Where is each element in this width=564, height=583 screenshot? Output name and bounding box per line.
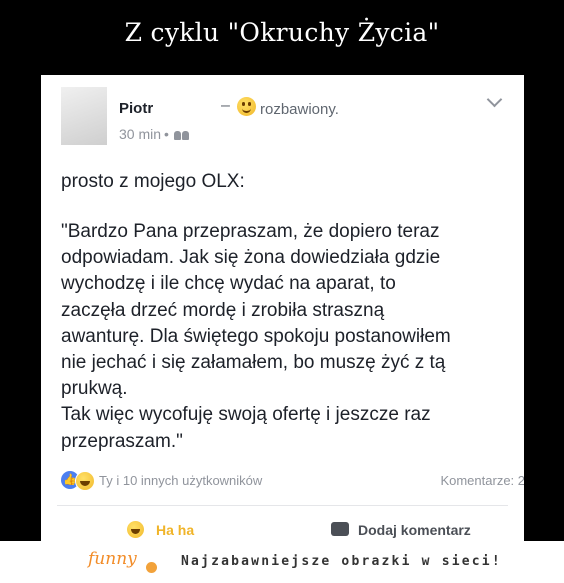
haha-reaction-icon <box>75 471 95 491</box>
author-name[interactable]: Piotr <box>119 100 153 117</box>
comments-count[interactable]: Komentarze: 2 <box>440 473 524 488</box>
facebook-post: Piotr – rozbawiony. 30 min • prosto z moj… <box>41 75 524 541</box>
meta-separator: • <box>164 126 169 142</box>
divider <box>57 505 508 506</box>
site-logo[interactable]: funny <box>88 549 137 569</box>
post-text: "Bardzo Pana przepraszam, że dopiero ter… <box>61 221 451 452</box>
feeling-dash: – <box>221 97 230 114</box>
haha-icon <box>127 521 144 538</box>
haha-label: Ha ha <box>156 522 195 538</box>
avatar[interactable] <box>61 87 107 145</box>
post-meta: 30 min • <box>119 126 190 142</box>
feeling-text: rozbawiony. <box>260 101 339 118</box>
post-intro: prosto z mojego OLX: <box>61 171 245 192</box>
add-comment-label: Dodaj komentarz <box>358 522 471 538</box>
reactions-summary[interactable]: 👍 Ty i 10 innych użytkowników Komentarze… <box>61 471 524 491</box>
comment-icon <box>331 522 349 536</box>
post-time[interactable]: 30 min <box>119 126 161 142</box>
site-tagline: Najzabawniejsze obrazki w sieci! <box>181 554 502 569</box>
meme-title: Z cyklu "Okruchy Życia" <box>124 18 440 47</box>
reactions-text[interactable]: Ty i 10 innych użytkowników <box>99 473 262 488</box>
chevron-down-icon[interactable] <box>486 91 503 108</box>
smiley-icon <box>237 97 256 116</box>
logo-dot <box>146 562 157 573</box>
friends-icon[interactable] <box>173 130 190 141</box>
site-footer: funny Najzabawniejsze obrazki w sieci! <box>0 541 564 583</box>
